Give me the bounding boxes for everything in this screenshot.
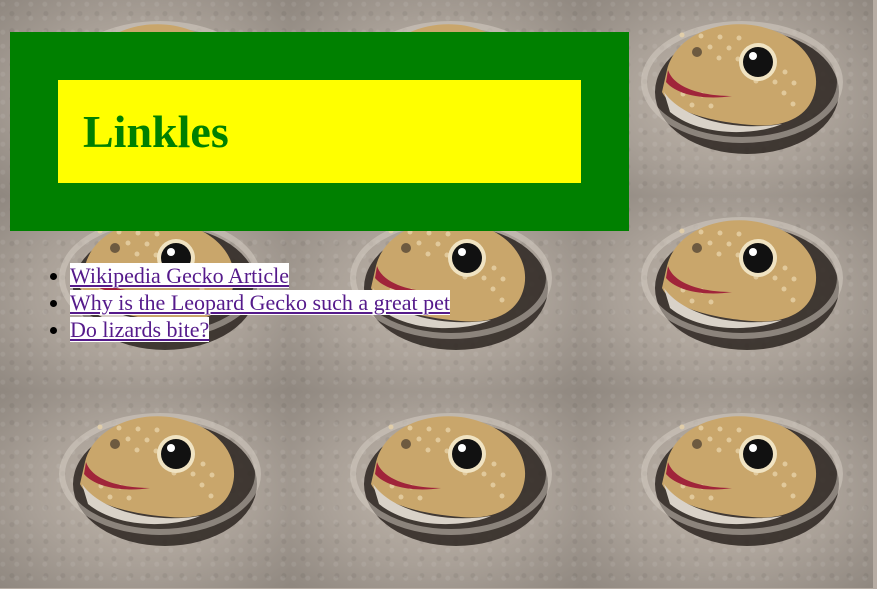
gecko-illustration xyxy=(641,413,843,546)
page-title: Linkles xyxy=(83,106,229,157)
gecko-illustration xyxy=(59,413,261,546)
header-banner: Linkles xyxy=(10,32,629,231)
list-item: Do lizards bite? xyxy=(70,316,450,343)
link-wikipedia-gecko-article[interactable]: Wikipedia Gecko Article xyxy=(70,263,290,288)
gecko-image-tile xyxy=(0,392,291,588)
title-box: Linkles xyxy=(58,80,581,183)
gecko-image-tile xyxy=(582,392,873,588)
gecko-illustration xyxy=(350,413,552,546)
list-item: Wikipedia Gecko Article xyxy=(70,262,450,289)
link-lizards-bite[interactable]: Do lizards bite? xyxy=(70,317,210,342)
link-list: Wikipedia Gecko Article Why is the Leopa… xyxy=(30,262,450,343)
list-item: Why is the Leopard Gecko such a great pe… xyxy=(70,289,450,316)
gecko-image-tile xyxy=(291,392,582,588)
link-leopard-gecko-pet[interactable]: Why is the Leopard Gecko such a great pe… xyxy=(70,290,450,315)
